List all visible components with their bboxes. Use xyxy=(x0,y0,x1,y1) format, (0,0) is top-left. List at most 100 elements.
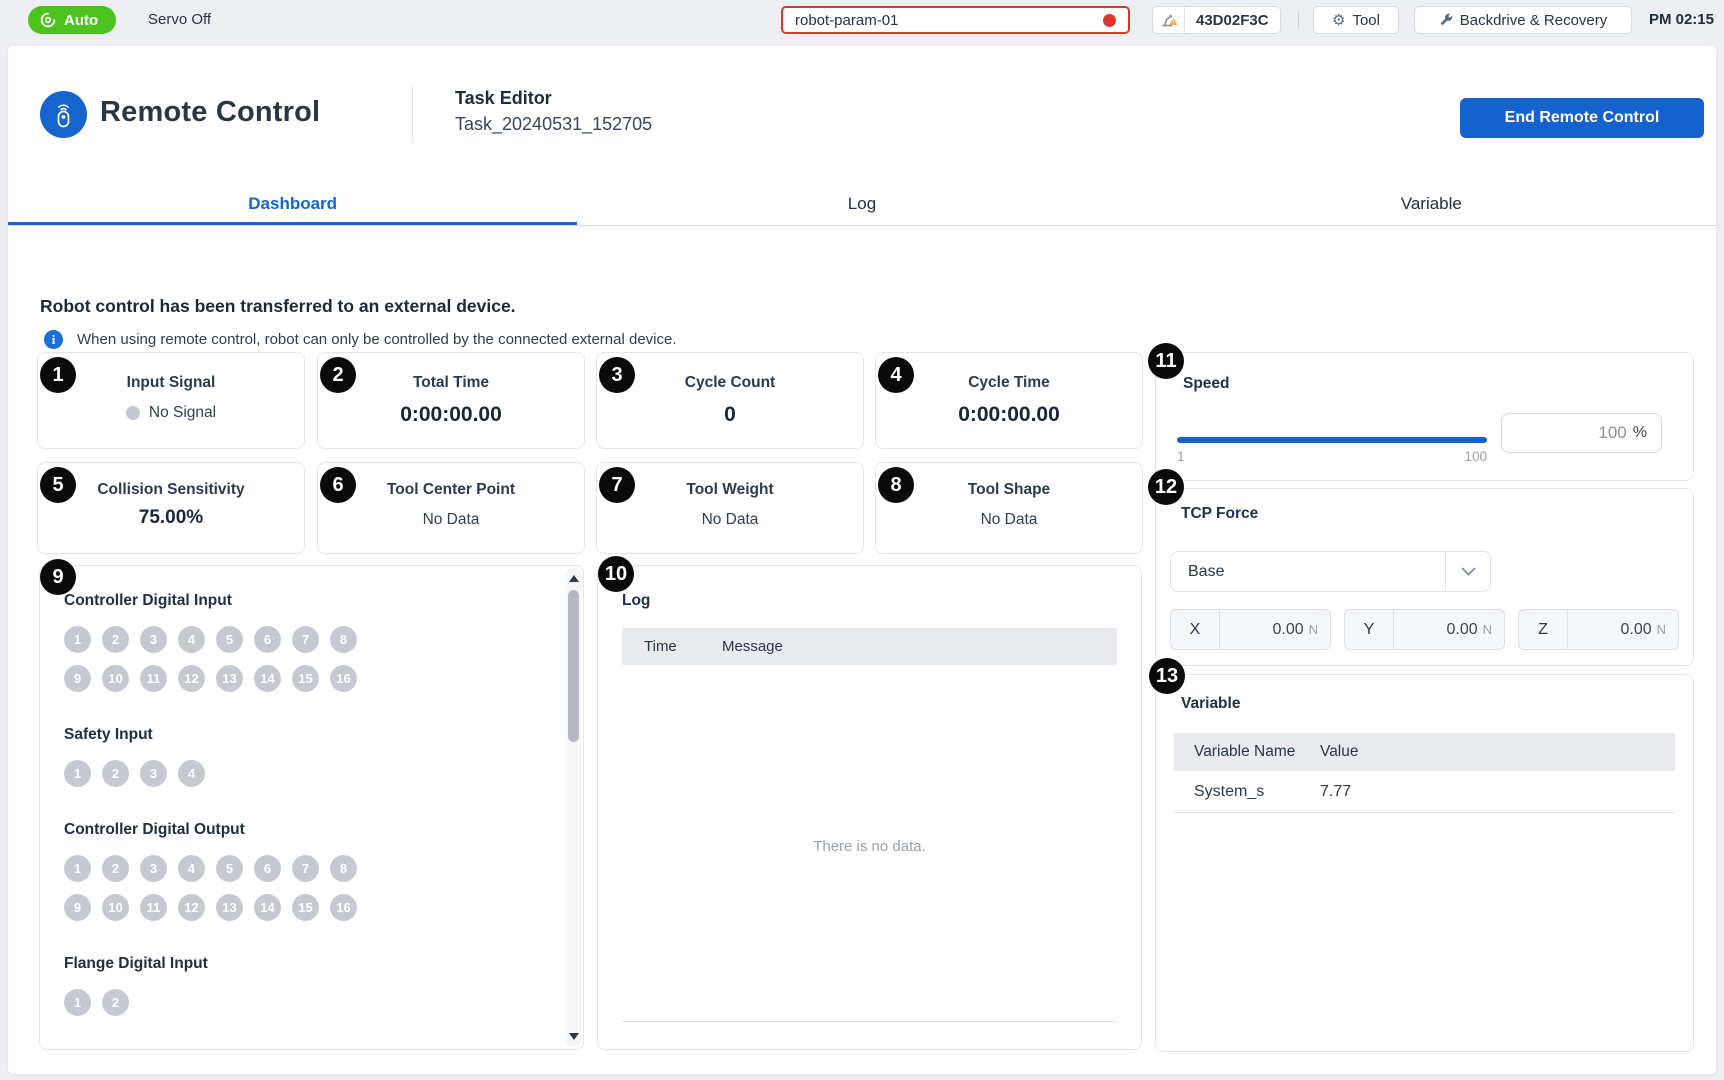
info-icon: i xyxy=(44,330,63,349)
io-indicator: 7 xyxy=(292,626,319,653)
annotation-badge-5: 5 xyxy=(40,467,76,503)
io-indicator: 14 xyxy=(254,665,281,692)
force-y-unit: N xyxy=(1483,622,1492,637)
card-value: No Data xyxy=(318,511,584,529)
variable-title: Variable xyxy=(1181,695,1240,713)
speed-min-label: 1 xyxy=(1177,449,1185,464)
robot-id-badge[interactable]: 43D02F3C xyxy=(1152,6,1281,34)
table-row[interactable]: System_s 7.77 xyxy=(1174,771,1675,813)
io-indicator: 1 xyxy=(64,989,91,1016)
annotation-badge-8: 8 xyxy=(878,467,914,503)
robot-warning-icon xyxy=(1153,7,1185,33)
io-indicator: 11 xyxy=(140,894,167,921)
annotation-badge-10: 10 xyxy=(598,556,634,592)
mode-label: Auto xyxy=(64,12,98,29)
io-indicator: 16 xyxy=(330,665,357,692)
io-group: Controller Digital Input1234567891011121… xyxy=(64,592,543,692)
reference-frame-value: Base xyxy=(1171,552,1445,591)
mode-badge[interactable]: Auto xyxy=(28,6,116,34)
io-scrollbar[interactable] xyxy=(566,568,581,1047)
io-group: Safety Input1234 xyxy=(64,726,543,787)
program-name-field[interactable]: robot-param-01 xyxy=(781,6,1130,34)
io-indicator: 10 xyxy=(102,665,129,692)
topbar-divider xyxy=(1298,11,1299,29)
scrollbar-thumb[interactable] xyxy=(568,590,579,742)
robot-id: 43D02F3C xyxy=(1185,7,1280,33)
annotation-badge-9: 9 xyxy=(40,559,76,595)
annotation-badge-7: 7 xyxy=(599,467,635,503)
io-indicator: 9 xyxy=(64,665,91,692)
force-z-field: Z 0.00 N xyxy=(1518,609,1679,650)
tab-variable[interactable]: Variable xyxy=(1147,183,1716,225)
variable-table: Variable Name Value System_s 7.77 xyxy=(1174,733,1675,813)
card-value: No Data xyxy=(876,511,1142,529)
card-title: Collision Sensitivity xyxy=(38,481,304,499)
gear-icon: ⚙ xyxy=(1332,13,1345,28)
speed-slider[interactable] xyxy=(1177,437,1487,443)
force-y-value: 0.00 xyxy=(1446,621,1477,639)
io-indicator: 3 xyxy=(140,760,167,787)
tab-log[interactable]: Log xyxy=(577,183,1146,225)
tab-dashboard[interactable]: Dashboard xyxy=(8,183,577,225)
speed-unit: % xyxy=(1633,424,1647,442)
io-indicator: 3 xyxy=(140,855,167,882)
log-title: Log xyxy=(622,592,1117,610)
io-group-title: Controller Digital Input xyxy=(64,592,543,610)
header-divider xyxy=(412,86,413,142)
io-indicator: 2 xyxy=(102,626,129,653)
speed-title: Speed xyxy=(1183,375,1230,393)
tcp-force-title: TCP Force xyxy=(1181,505,1258,523)
annotation-badge-11: 11 xyxy=(1148,343,1184,379)
backdrive-recovery-button[interactable]: Backdrive & Recovery xyxy=(1414,6,1632,34)
speed-value: 100 xyxy=(1598,423,1626,443)
io-indicator: 8 xyxy=(330,626,357,653)
speed-value-field[interactable]: 100 % xyxy=(1501,413,1662,453)
scroll-down-icon[interactable] xyxy=(569,1033,579,1040)
card-value: 0:00:00.00 xyxy=(318,403,584,427)
axis-y-label: Y xyxy=(1345,610,1394,649)
io-indicator: 5 xyxy=(216,626,243,653)
io-group-title: Safety Input xyxy=(64,726,543,744)
io-indicator: 4 xyxy=(178,626,205,653)
variable-col-name: Variable Name xyxy=(1174,743,1320,761)
io-group: Flange Digital Input12 xyxy=(64,955,543,1016)
context-title: Task Editor xyxy=(455,88,552,109)
variable-table-header: Variable Name Value xyxy=(1174,733,1675,771)
card-value: 75.00% xyxy=(38,507,304,529)
tcp-force-panel: TCP Force Base X 0.00 N Y 0.00 N Z 0.00 xyxy=(1155,488,1694,666)
force-x-unit: N xyxy=(1309,622,1318,637)
io-indicator: 10 xyxy=(102,894,129,921)
annotation-badge-4: 4 xyxy=(878,357,914,393)
tool-button-label: Tool xyxy=(1352,12,1380,29)
card-title: Tool Weight xyxy=(597,481,863,499)
record-indicator-dot xyxy=(1103,14,1116,27)
card-total-time: Total Time 0:00:00.00 xyxy=(317,352,585,449)
io-indicator: 1 xyxy=(64,760,91,787)
tool-button[interactable]: ⚙ Tool xyxy=(1313,6,1399,34)
annotation-badge-3: 3 xyxy=(599,357,635,393)
annotation-badge-1: 1 xyxy=(40,357,76,393)
annotation-badge-2: 2 xyxy=(320,357,356,393)
io-indicator: 15 xyxy=(292,665,319,692)
io-group: Controller Digital Output123456789101112… xyxy=(64,821,543,921)
card-title: Total Time xyxy=(318,374,584,392)
io-indicator: 4 xyxy=(178,760,205,787)
io-indicator-row: 910111213141516 xyxy=(64,894,543,921)
task-name: Task_20240531_152705 xyxy=(455,114,652,135)
notice-info-text: When using remote control, robot can onl… xyxy=(77,331,677,348)
io-groups: Controller Digital Input1234567891011121… xyxy=(64,592,543,1016)
force-x-value: 0.00 xyxy=(1272,621,1303,639)
end-remote-control-button[interactable]: End Remote Control xyxy=(1460,98,1704,138)
reference-frame-select[interactable]: Base xyxy=(1170,551,1491,592)
io-status-panel: Controller Digital Input1234567891011121… xyxy=(39,565,584,1050)
io-indicator: 2 xyxy=(102,989,129,1016)
tab-bar: Dashboard Log Variable xyxy=(8,183,1716,226)
clock: PM 02:15 xyxy=(1649,0,1714,40)
io-indicator: 9 xyxy=(64,894,91,921)
io-indicator: 2 xyxy=(102,855,129,882)
io-indicator: 8 xyxy=(330,855,357,882)
main-panel: Remote Control Task Editor Task_20240531… xyxy=(8,46,1716,1074)
chevron-down-icon xyxy=(1445,552,1490,591)
card-tool-center-point: Tool Center Point No Data xyxy=(317,462,585,554)
scroll-up-icon[interactable] xyxy=(569,575,579,582)
